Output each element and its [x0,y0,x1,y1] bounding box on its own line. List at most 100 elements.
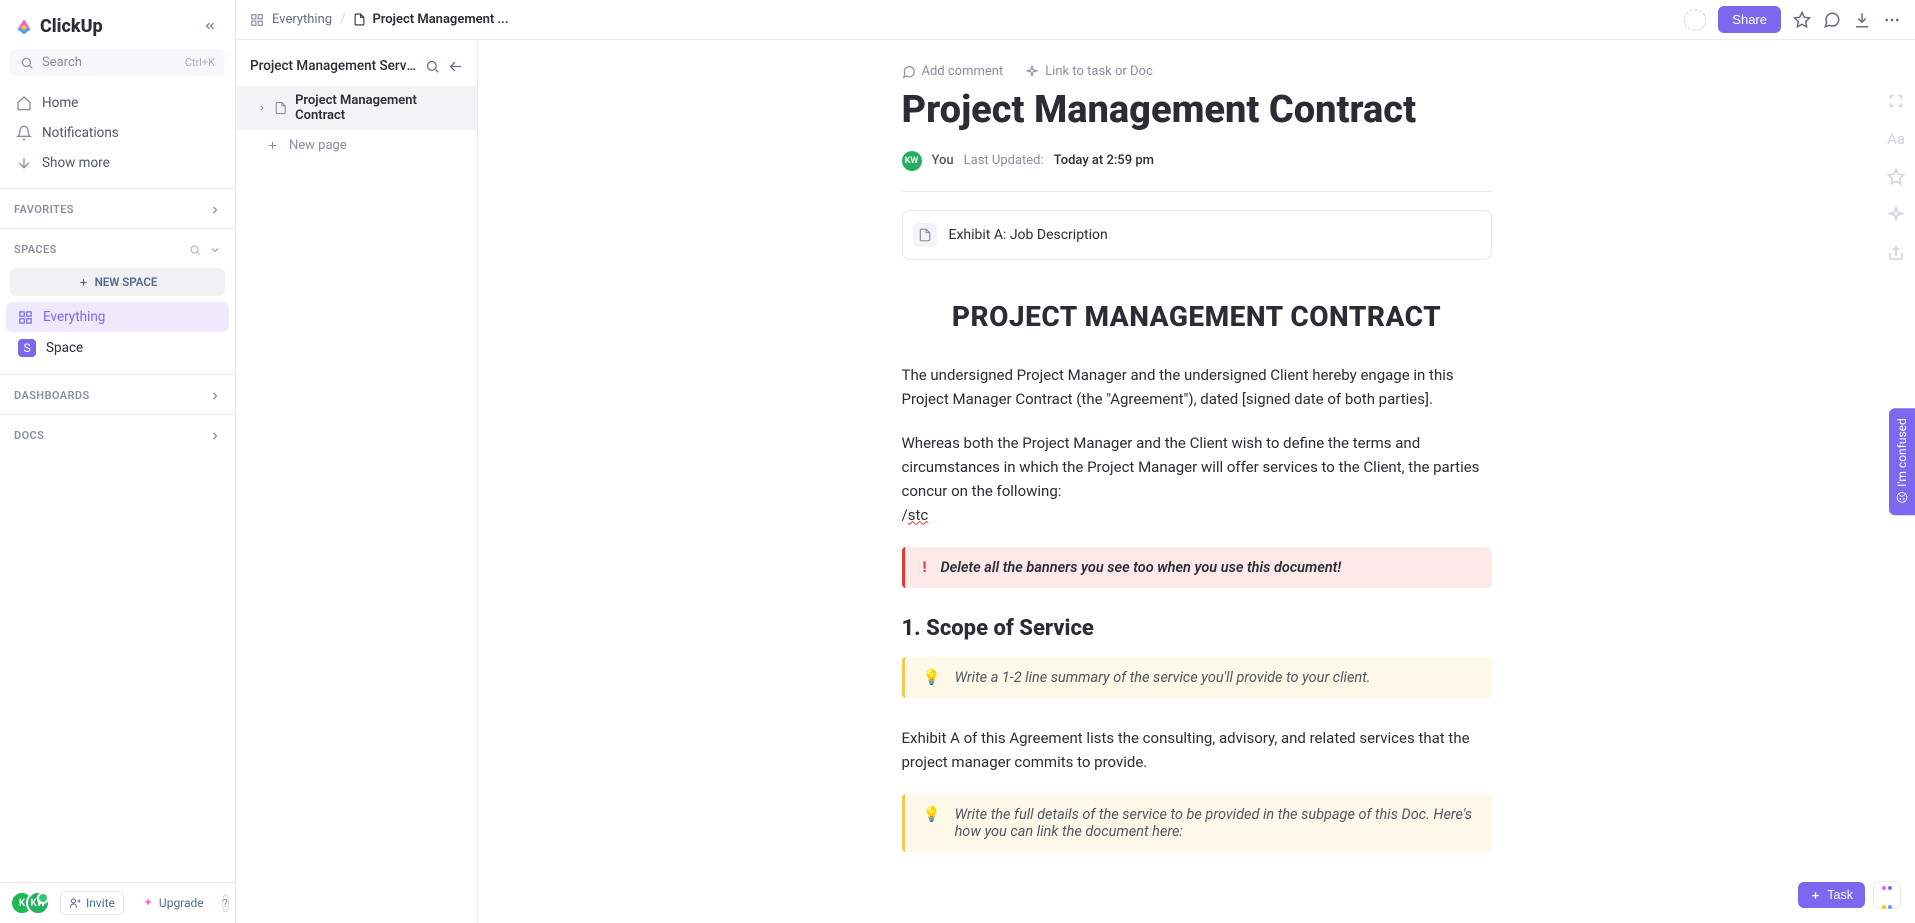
updated-value: Today at 2:59 pm [1054,153,1154,168]
invite-button[interactable]: Invite [60,891,124,915]
im-confused-button[interactable]: ☹ I'm confused [1889,408,1915,516]
collapse-icon[interactable] [448,59,463,74]
space-item-label: Space [46,340,83,356]
search-input[interactable]: Search Ctrl+K [10,49,225,76]
author-name[interactable]: You [932,153,954,168]
typography-icon[interactable]: Aa [1887,130,1905,148]
paragraph[interactable]: Whereas both the Project Manager and the… [902,431,1492,527]
bulb-icon: 💡 [923,669,941,686]
new-space-button[interactable]: NEW SPACE [10,268,225,296]
upgrade-label: Upgrade [159,896,204,910]
divider [902,191,1492,192]
logo[interactable]: ClickUp [14,16,103,37]
download-icon[interactable] [1853,11,1871,29]
chevron-right-icon [209,390,221,402]
help-button[interactable]: ? [222,894,229,912]
space-item[interactable]: S Space [6,332,229,364]
breadcrumb-separator: / [340,12,345,27]
section-heading[interactable]: 1. Scope of Service [902,616,1492,641]
search-icon[interactable] [189,244,201,256]
section-spaces[interactable]: SPACES [0,229,235,262]
nav-show-more-label: Show more [42,155,110,171]
warning-banner-text: Delete all the banners you see too when … [940,559,1341,576]
doc-icon [274,101,287,115]
upgrade-button[interactable]: Upgrade [134,892,212,914]
space-everything[interactable]: Everything [6,302,229,332]
comment-icon[interactable] [1823,11,1841,29]
assign-button[interactable] [1684,9,1706,31]
new-page-button[interactable]: New page [236,130,477,161]
document-title[interactable]: Project Management Contract [902,89,1492,133]
warning-banner[interactable]: ! Delete all the banners you see too whe… [902,547,1492,588]
exclamation-icon: ! [923,559,927,576]
breadcrumb-current[interactable]: Project Management ... [353,12,508,27]
section-docs[interactable]: DOCS [0,415,235,448]
grid-icon [18,310,33,325]
search-icon [20,56,34,70]
space-avatar-icon: S [18,339,36,357]
nav-notifications[interactable]: Notifications [6,118,229,148]
sidebar-footer: K KW Invite Upgrade ? [0,882,235,923]
chevron-down-icon [16,155,32,171]
outline-title[interactable]: Project Management Services Co... [250,58,417,74]
outline-page-item[interactable]: Project Management Contract [236,86,477,130]
section-favorites-label: FAVORITES [14,203,74,216]
chevron-down-icon[interactable] [209,244,221,256]
tip-banner[interactable]: 💡 Write the full details of the service … [902,794,1492,852]
more-icon[interactable] [1883,11,1901,29]
add-comment-action[interactable]: Add comment [902,64,1004,79]
add-comment-label: Add comment [922,64,1004,79]
paragraph[interactable]: Exhibit A of this Agreement lists the co… [902,726,1492,774]
home-icon [16,95,32,111]
sidebar: ClickUp Search Ctrl+K Home Notifications [0,0,236,923]
updated-label: Last Updated: [964,153,1044,168]
clickup-logo-icon [14,16,34,36]
search-icon[interactable] [425,59,440,74]
paragraph[interactable]: The undersigned Project Manager and the … [902,363,1492,411]
nav-home[interactable]: Home [6,88,229,118]
nav-show-more[interactable]: Show more [6,148,229,178]
section-favorites[interactable]: FAVORITES [0,189,235,222]
share-icon[interactable] [1887,244,1905,262]
sparkle-icon[interactable] [1887,206,1905,224]
expand-icon[interactable] [1887,92,1905,110]
logo-text: ClickUp [40,16,103,37]
user-avatars[interactable]: K KW [10,891,50,915]
bookmark-icon[interactable] [1887,168,1905,186]
user-plus-icon [69,897,81,909]
new-task-button[interactable]: Task [1798,882,1865,908]
section-spaces-label: SPACES [14,243,57,256]
section-docs-label: DOCS [14,429,44,442]
link-icon [1025,65,1039,79]
apps-button[interactable] [1873,881,1901,909]
new-space-label: NEW SPACE [95,275,158,289]
section-dashboards[interactable]: DASHBOARDS [0,375,235,408]
contract-heading[interactable]: PROJECT MANAGEMENT CONTRACT [902,300,1492,333]
star-icon[interactable] [1793,11,1811,29]
subpage-link-label: Exhibit A: Job Description [949,227,1108,243]
share-button[interactable]: Share [1718,6,1781,33]
search-placeholder: Search [42,55,82,70]
doc-outline-panel: Project Management Services Co... Projec… [236,40,478,923]
invite-label: Invite [86,896,115,910]
space-everything-label: Everything [43,309,105,325]
section-dashboards-label: DASHBOARDS [14,389,90,402]
plus-icon [1810,890,1821,901]
bulb-icon: 💡 [923,806,941,823]
avatar: KW [26,891,50,915]
link-task-action[interactable]: Link to task or Doc [1025,64,1153,79]
link-task-label: Link to task or Doc [1045,64,1153,79]
bell-icon [16,125,32,141]
chevron-right-icon [209,430,221,442]
nav-home-label: Home [42,95,78,111]
collapse-sidebar-button[interactable] [199,15,221,37]
document-scroll-area[interactable]: Aa Add comment Link to task or Doc [478,40,1915,923]
slash-command-text[interactable]: /stc [902,506,929,524]
subpage-link[interactable]: Exhibit A: Job Description [902,210,1492,260]
tip-banner[interactable]: 💡 Write a 1-2 line summary of the servic… [902,657,1492,698]
grid-icon [250,13,264,27]
breadcrumb-root[interactable]: Everything [272,12,332,27]
search-shortcut: Ctrl+K [185,56,215,69]
topbar: Everything / Project Management ... Shar… [236,0,1915,40]
document-byline: KW You Last Updated: Today at 2:59 pm [902,151,1492,171]
